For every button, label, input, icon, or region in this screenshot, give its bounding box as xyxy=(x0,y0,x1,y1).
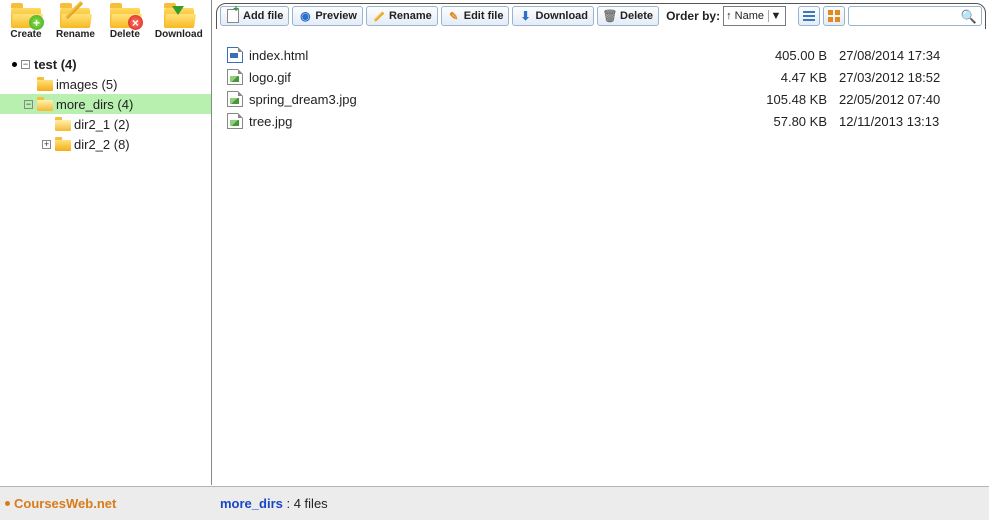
file-name: tree.jpg xyxy=(249,114,749,129)
button-label: Rename xyxy=(389,10,432,22)
tree-label: dir2_2 (8) xyxy=(74,137,130,152)
status-count: 4 files xyxy=(294,496,328,511)
file-row[interactable]: logo.gif4.47 KB27/03/2012 18:52 xyxy=(213,66,989,88)
search-icon: 🔍 xyxy=(961,9,977,25)
button-label: Edit file xyxy=(464,10,504,22)
folder-tree: −test (4)images (5)−more_dirs (4)dir2_1 … xyxy=(0,54,211,154)
button-label: Preview xyxy=(315,10,357,22)
main-toolbar: Add file◉PreviewRename✎Edit file⬇Downloa… xyxy=(216,3,986,39)
tree-node[interactable]: images (5) xyxy=(0,74,211,94)
file-name: logo.gif xyxy=(249,70,749,85)
rename-folder-button[interactable]: Rename xyxy=(56,4,95,40)
file-row[interactable]: spring_dream3.jpg105.48 KB22/05/2012 07:… xyxy=(213,88,989,110)
edit-icon: ✎ xyxy=(447,9,461,23)
dropdown-arrow-icon: ▼ xyxy=(768,10,783,22)
delete-folder-button[interactable]: × Delete xyxy=(109,4,141,40)
file-date: 12/11/2013 13:13 xyxy=(839,114,989,129)
download-label: Download xyxy=(155,29,203,40)
folder-icon xyxy=(55,138,71,151)
tree-node[interactable]: − more_dirs (4) xyxy=(0,94,211,114)
list-view-button[interactable] xyxy=(798,6,820,26)
tree-node[interactable]: + dir2_2 (8) xyxy=(0,134,211,154)
download-button[interactable]: ⬇Download xyxy=(512,6,594,26)
folder-download-icon xyxy=(163,4,195,28)
addfile-icon xyxy=(226,9,240,23)
download-folder-button[interactable]: Download xyxy=(155,4,203,40)
leaf-icon xyxy=(24,80,33,89)
delete-button[interactable]: 🗑Delete xyxy=(597,6,659,26)
file-name: index.html xyxy=(249,48,749,63)
create-folder-button[interactable]: + Create xyxy=(10,4,42,40)
rename-button[interactable]: Rename xyxy=(366,6,438,26)
folder-create-icon: + xyxy=(10,4,42,28)
tree-label: images (5) xyxy=(56,77,117,92)
status-sep: : xyxy=(283,496,294,511)
status-left: CoursesWeb.net xyxy=(0,496,212,511)
order-by-select[interactable]: ↑ Name ▼ xyxy=(723,6,786,26)
folder-delete-icon: × xyxy=(109,4,141,28)
preview-icon: ◉ xyxy=(298,9,312,23)
create-label: Create xyxy=(10,29,41,40)
addfile-button[interactable]: Add file xyxy=(220,6,289,26)
edit-button[interactable]: ✎Edit file xyxy=(441,6,510,26)
rename-label: Rename xyxy=(56,29,95,40)
leaf-icon xyxy=(42,120,51,129)
file-size: 4.47 KB xyxy=(749,70,839,85)
delete-icon: 🗑 xyxy=(603,9,617,23)
button-label: Add file xyxy=(243,10,283,22)
folder-rename-icon xyxy=(59,4,91,28)
collapse-icon[interactable]: − xyxy=(21,60,30,69)
list-view-icon xyxy=(803,11,815,21)
file-size: 57.80 KB xyxy=(749,114,839,129)
file-row[interactable]: index.html405.00 B27/08/2014 17:34 xyxy=(213,44,989,66)
folder-icon xyxy=(37,78,53,91)
download-icon: ⬇ xyxy=(518,9,532,23)
status-bar: CoursesWeb.net more_dirs : 4 files xyxy=(0,486,989,520)
search-input[interactable]: 🔍 xyxy=(848,6,982,26)
tree-label: test (4) xyxy=(34,57,77,72)
site-link[interactable]: CoursesWeb.net xyxy=(14,496,116,511)
main-panel: Add file◉PreviewRename✎Edit file⬇Downloa… xyxy=(213,0,989,485)
grid-view-button[interactable] xyxy=(823,6,845,26)
file-row[interactable]: tree.jpg57.80 KB12/11/2013 13:13 xyxy=(213,110,989,132)
file-size: 405.00 B xyxy=(749,48,839,63)
file-date: 27/03/2012 18:52 xyxy=(839,70,989,85)
rename-icon xyxy=(372,9,386,23)
collapse-icon[interactable]: − xyxy=(24,100,33,109)
delete-label: Delete xyxy=(110,29,140,40)
folder-icon xyxy=(55,118,71,131)
file-name: spring_dream3.jpg xyxy=(249,92,749,107)
file-img-icon xyxy=(227,91,243,107)
folder-icon xyxy=(37,98,53,111)
file-date: 22/05/2012 07:40 xyxy=(839,92,989,107)
status-right: more_dirs : 4 files xyxy=(212,496,328,511)
file-html-icon xyxy=(227,47,243,63)
bullet-icon xyxy=(5,501,10,506)
file-img-icon xyxy=(227,113,243,129)
tree-label: more_dirs (4) xyxy=(56,97,133,112)
file-list: index.html405.00 B27/08/2014 17:34logo.g… xyxy=(213,38,989,485)
preview-button[interactable]: ◉Preview xyxy=(292,6,363,26)
order-by-label: Order by: xyxy=(666,9,720,23)
file-date: 27/08/2014 17:34 xyxy=(839,48,989,63)
order-by-value: ↑ Name xyxy=(726,10,764,22)
bullet-icon xyxy=(12,62,17,67)
sidebar: + Create Rename × Delete Download xyxy=(0,0,212,485)
grid-view-icon xyxy=(828,10,840,22)
sidebar-toolbar: + Create Rename × Delete Download xyxy=(0,0,211,42)
tree-label: dir2_1 (2) xyxy=(74,117,130,132)
file-size: 105.48 KB xyxy=(749,92,839,107)
tree-node[interactable]: dir2_1 (2) xyxy=(0,114,211,134)
button-label: Delete xyxy=(620,10,653,22)
status-dir: more_dirs xyxy=(220,496,283,511)
file-img-icon xyxy=(227,69,243,85)
expand-icon[interactable]: + xyxy=(42,140,51,149)
button-label: Download xyxy=(535,10,588,22)
tree-node[interactable]: −test (4) xyxy=(0,54,211,74)
